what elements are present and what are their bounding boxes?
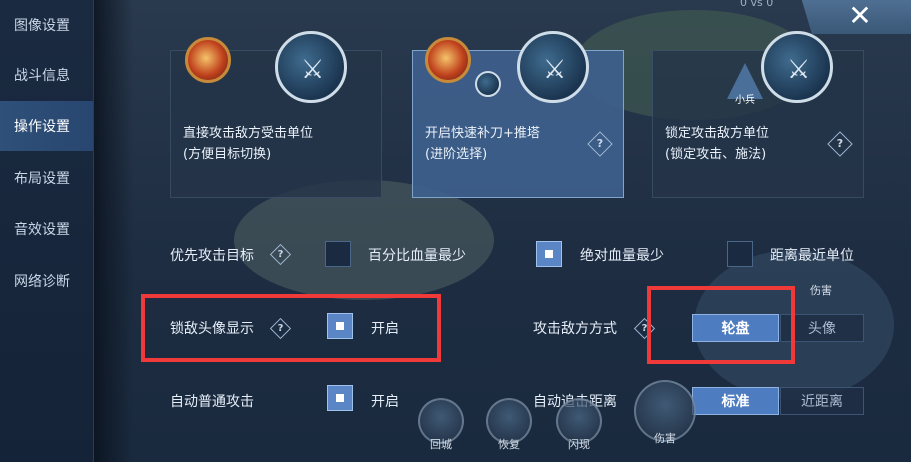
card-description: 直接攻击敌方受击单位 (方便目标切换)	[183, 123, 353, 165]
close-icon[interactable]: ✕	[845, 2, 875, 30]
chase-distance-near-button[interactable]: 近距离	[780, 387, 864, 415]
flash-skill-label: 闪现	[568, 438, 590, 451]
option-lowest-hp-percent: 百分比血量最少	[368, 248, 466, 264]
sidebar-item-audio[interactable]: 音效设置	[0, 204, 93, 254]
attack-skill-label: 伤害	[654, 432, 676, 445]
sidebar-item-label: 图像设置	[14, 18, 70, 34]
highlight-wheel-mode	[647, 286, 795, 364]
card-description: 开启快速补刀+推塔 (进阶选择)	[425, 123, 595, 165]
chase-distance-standard-button[interactable]: 标准	[692, 387, 779, 415]
blade-icon: ⚔	[543, 55, 567, 85]
sidebar-item-label: 操作设置	[14, 119, 70, 135]
card-title: 锁定攻击敌方单位	[665, 126, 770, 141]
sidebar-item-controls[interactable]: 操作设置	[0, 101, 93, 151]
damage-skill-label: 伤害	[810, 284, 832, 297]
minion-tag: 小兵	[735, 95, 755, 106]
auto-attack-label: 自动普通攻击	[170, 394, 254, 410]
highlight-lock-avatar	[141, 294, 441, 362]
card-title: 直接攻击敌方受击单位	[183, 126, 314, 141]
checkbox-lowest-hp-absolute[interactable]	[536, 241, 562, 267]
checkbox-lowest-hp-percent[interactable]	[325, 241, 351, 267]
sidebar-item-battle-info[interactable]: 战斗信息	[0, 50, 93, 100]
attack-target-icon	[425, 37, 471, 83]
score-text: 0 vs 0	[740, 0, 774, 9]
card-subtitle: (方便目标切换)	[183, 147, 272, 162]
attack-target-icon	[185, 37, 231, 83]
attack-mode-card-direct[interactable]: ⚔ 直接攻击敌方受击单位 (方便目标切换)	[170, 31, 382, 198]
sidebar-item-label: 战斗信息	[14, 68, 70, 84]
heal-skill-label: 恢复	[498, 438, 520, 451]
background-terrain	[234, 180, 494, 300]
attack-mode-card-last-hit[interactable]: ⚔ 开启快速补刀+推塔 (进阶选择) ?	[412, 31, 624, 198]
sidebar-item-label: 布局设置	[14, 171, 70, 187]
card-subtitle: (锁定攻击、施法)	[665, 147, 767, 162]
sidebar-item-layout[interactable]: 布局设置	[0, 153, 93, 203]
auto-attack-value: 开启	[371, 394, 399, 410]
helmet-icon	[475, 71, 501, 97]
blade-icon: ⚔	[787, 55, 811, 85]
recall-skill-label: 回城	[430, 438, 452, 451]
sidebar-item-network[interactable]: 网络诊断	[0, 256, 93, 306]
checkbox-nearest-unit[interactable]	[727, 241, 753, 267]
option-nearest-unit: 距离最近单位	[770, 248, 854, 264]
card-description: 锁定攻击敌方单位 (锁定攻击、施法)	[665, 123, 835, 165]
card-title: 开启快速补刀+推塔	[425, 126, 540, 141]
sidebar-item-label: 网络诊断	[14, 274, 70, 290]
priority-target-label: 优先攻击目标	[170, 248, 254, 264]
option-lowest-hp-absolute: 绝对血量最少	[580, 248, 664, 264]
sidebar-item-label: 音效设置	[14, 222, 70, 238]
blade-icon: ⚔	[301, 55, 325, 85]
attack-mode-label: 攻击敌方方式	[533, 321, 617, 337]
auto-attack-checkbox[interactable]	[327, 385, 353, 411]
attack-mode-card-lock[interactable]: 小兵 ⚔ 锁定攻击敌方单位 (锁定攻击、施法) ?	[652, 31, 864, 198]
panel-edge-shadow	[94, 0, 134, 462]
settings-sidebar: 图像设置 战斗信息 操作设置 布局设置 音效设置 网络诊断	[0, 0, 94, 462]
help-icon[interactable]: ?	[269, 243, 292, 266]
sidebar-item-graphics[interactable]: 图像设置	[0, 0, 93, 50]
card-subtitle: (进阶选择)	[425, 147, 488, 162]
